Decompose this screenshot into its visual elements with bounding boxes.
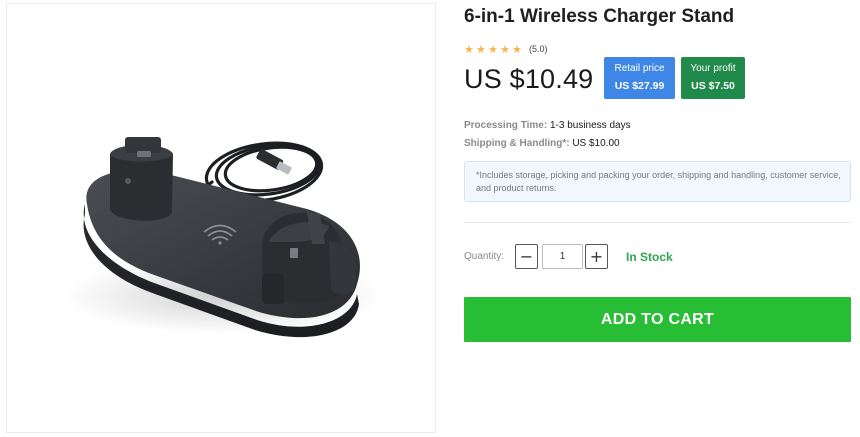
shipping-handling: Shipping & Handling*: US $10.00 — [464, 138, 620, 149]
star-icon: ★ — [500, 42, 510, 56]
processing-time: Processing Time: 1-3 business days — [464, 120, 631, 131]
profit-value: US $7.50 — [691, 80, 735, 92]
retail-price-label: Retail price — [614, 63, 665, 74]
star-icon: ★ — [512, 42, 522, 56]
retail-price-badge: Retail price US $27.99 — [604, 57, 675, 99]
star-icon: ★ — [488, 42, 498, 56]
star-icon: ★ — [464, 42, 474, 56]
star-icon: ★ — [476, 42, 486, 56]
product-title: 6-in-1 Wireless Charger Stand — [464, 6, 735, 27]
divider — [464, 222, 851, 223]
rating-stars: ★ ★ ★ ★ ★ — [464, 44, 523, 55]
shipping-label: Shipping & Handling*: — [464, 138, 570, 149]
shipping-note: *Includes storage, picking and packing y… — [464, 161, 851, 202]
quantity-input[interactable] — [542, 244, 583, 269]
product-page: 6-in-1 Wireless Charger Stand ★ ★ ★ ★ ★ … — [0, 0, 860, 437]
add-to-cart-button[interactable]: ADD TO CART — [464, 297, 851, 342]
shipping-value: US $10.00 — [572, 138, 620, 149]
product-image[interactable] — [6, 3, 436, 433]
processing-time-label: Processing Time: — [464, 120, 548, 131]
profit-label: Your profit — [690, 63, 736, 74]
product-rating[interactable]: ★ ★ ★ ★ ★ (5.0) — [464, 43, 548, 55]
product-price: US $10.49 — [464, 64, 594, 94]
quantity-label: Quantity: — [464, 251, 505, 262]
stock-status: In Stock — [626, 250, 673, 264]
quantity-increase-button[interactable]: + — [585, 244, 608, 269]
profit-badge: Your profit US $7.50 — [681, 57, 745, 99]
retail-price-value: US $27.99 — [614, 80, 665, 92]
quantity-decrease-button[interactable]: − — [515, 244, 538, 269]
charger-stand-image — [62, 137, 382, 338]
rating-value: (5.0) — [529, 44, 548, 54]
processing-time-value: 1-3 business days — [549, 120, 631, 131]
